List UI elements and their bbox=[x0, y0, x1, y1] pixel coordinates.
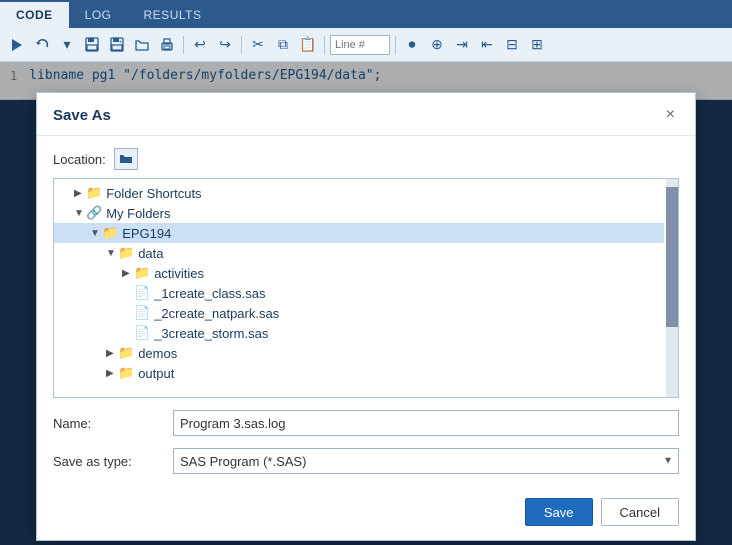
file2-label: _2create_natpark.sas bbox=[154, 306, 279, 321]
tab-bar: CODE LOG RESULTS bbox=[0, 0, 732, 28]
output-label: output bbox=[138, 366, 174, 381]
toggle-output[interactable]: ▶ bbox=[106, 368, 118, 379]
indent-button[interactable]: ⇥ bbox=[451, 34, 473, 56]
cut-button[interactable]: ✂ bbox=[247, 34, 269, 56]
tab-log[interactable]: LOG bbox=[69, 2, 128, 28]
modal-overlay: Save As × Location: ▶ 📁 bbox=[0, 62, 732, 545]
run-options-button[interactable]: ▾ bbox=[56, 34, 78, 56]
redo-button[interactable]: ↪ bbox=[214, 34, 236, 56]
line-number-input[interactable] bbox=[330, 35, 390, 55]
toggle-demos[interactable]: ▶ bbox=[106, 348, 118, 359]
tree-item-demos[interactable]: ▶ 📁 demos bbox=[54, 343, 664, 363]
epg194-icon: 📁 bbox=[102, 225, 118, 241]
save-type-label: Save as type: bbox=[53, 454, 173, 469]
name-input[interactable] bbox=[173, 410, 679, 436]
toggle-my-folders[interactable]: ▼ bbox=[74, 208, 86, 219]
epg194-label: EPG194 bbox=[122, 226, 171, 241]
tab-code[interactable]: CODE bbox=[0, 2, 69, 28]
output-icon: 📁 bbox=[118, 365, 134, 381]
dialog-close-button[interactable]: × bbox=[662, 105, 679, 125]
outdent-button[interactable]: ⇤ bbox=[476, 34, 498, 56]
copy-button[interactable]: ⧉ bbox=[272, 34, 294, 56]
folder-shortcuts-label: Folder Shortcuts bbox=[106, 186, 201, 201]
tree-item-output[interactable]: ▶ 📁 output bbox=[54, 363, 664, 383]
file3-label: _3create_storm.sas bbox=[154, 326, 268, 341]
file3-icon: 📄 bbox=[134, 325, 150, 341]
dialog-body: Location: ▶ 📁 Folder Shortcuts bbox=[37, 136, 695, 486]
activities-icon: 📁 bbox=[134, 265, 150, 281]
open-button[interactable] bbox=[131, 34, 153, 56]
data-icon: 📁 bbox=[118, 245, 134, 261]
run-button[interactable] bbox=[6, 34, 28, 56]
save-button[interactable]: Save bbox=[525, 498, 593, 526]
paste-button[interactable]: 📋 bbox=[297, 34, 319, 56]
tree-item-epg194[interactable]: ▼ 📁 EPG194 bbox=[54, 223, 664, 243]
tab-results[interactable]: RESULTS bbox=[128, 2, 218, 28]
name-label: Name: bbox=[53, 416, 173, 431]
tree-item-file3[interactable]: · 📄 _3create_storm.sas bbox=[54, 323, 664, 343]
save-button-toolbar[interactable] bbox=[81, 34, 103, 56]
record-button[interactable]: ⏺ bbox=[401, 34, 423, 56]
collapse-button[interactable]: ⊟ bbox=[501, 34, 523, 56]
file1-label: _1create_class.sas bbox=[154, 286, 265, 301]
undo2-button[interactable]: ↩ bbox=[189, 34, 211, 56]
my-folders-icon: 🔗 bbox=[86, 205, 102, 221]
location-browse-button[interactable] bbox=[114, 148, 138, 170]
toggle-data[interactable]: ▼ bbox=[106, 248, 118, 259]
file-tree-container[interactable]: ▶ 📁 Folder Shortcuts ▼ 🔗 My Folders bbox=[53, 178, 679, 398]
activities-label: activities bbox=[154, 266, 204, 281]
save-type-row: Save as type: SAS Program (*.SAS) SAS Lo… bbox=[53, 448, 679, 474]
name-row: Name: bbox=[53, 410, 679, 436]
my-folders-label: My Folders bbox=[106, 206, 170, 221]
dialog-footer: Save Cancel bbox=[37, 486, 695, 540]
tree-item-folder-shortcuts[interactable]: ▶ 📁 Folder Shortcuts bbox=[54, 183, 664, 203]
cancel-button[interactable]: Cancel bbox=[601, 498, 679, 526]
demos-icon: 📁 bbox=[118, 345, 134, 361]
scroll-thumb[interactable] bbox=[666, 187, 678, 327]
file2-icon: 📄 bbox=[134, 305, 150, 321]
tree-item-my-folders[interactable]: ▼ 🔗 My Folders bbox=[54, 203, 664, 223]
tree-item-data[interactable]: ▼ 📁 data bbox=[54, 243, 664, 263]
save-as-button-toolbar[interactable]: + bbox=[106, 34, 128, 56]
save-as-dialog: Save As × Location: ▶ 📁 bbox=[36, 92, 696, 541]
svg-text:+: + bbox=[119, 40, 123, 46]
demos-label: demos bbox=[138, 346, 177, 361]
folder-shortcuts-icon: 📁 bbox=[86, 185, 102, 201]
save-type-select[interactable]: SAS Program (*.SAS) SAS Log (*.log) All … bbox=[173, 448, 679, 474]
dialog-title: Save As bbox=[53, 107, 111, 124]
location-row: Location: bbox=[53, 148, 679, 170]
print-button[interactable] bbox=[156, 34, 178, 56]
dialog-title-bar: Save As × bbox=[37, 93, 695, 136]
toggle-folder-shortcuts[interactable]: ▶ bbox=[74, 188, 86, 199]
tree-item-activities[interactable]: ▶ 📁 activities bbox=[54, 263, 664, 283]
scroll-track bbox=[666, 179, 678, 397]
toggle-activities[interactable]: ▶ bbox=[122, 268, 134, 279]
data-label: data bbox=[138, 246, 163, 261]
split-button[interactable]: ⊕ bbox=[426, 34, 448, 56]
location-label: Location: bbox=[53, 152, 106, 167]
undo-button[interactable] bbox=[31, 34, 53, 56]
tree-item-file2[interactable]: · 📄 _2create_natpark.sas bbox=[54, 303, 664, 323]
expand-button[interactable]: ⊞ bbox=[526, 34, 548, 56]
toolbar: ▾ + ↩ ↪ ✂ ⧉ 📋 ⏺ ⊕ ⇥ ⇤ ⊟ ⊞ bbox=[0, 28, 732, 62]
save-type-wrapper: SAS Program (*.SAS) SAS Log (*.log) All … bbox=[173, 448, 679, 474]
file-tree: ▶ 📁 Folder Shortcuts ▼ 🔗 My Folders bbox=[54, 179, 678, 387]
tree-item-file1[interactable]: · 📄 _1create_class.sas bbox=[54, 283, 664, 303]
file1-icon: 📄 bbox=[134, 285, 150, 301]
toggle-epg194[interactable]: ▼ bbox=[90, 228, 102, 239]
